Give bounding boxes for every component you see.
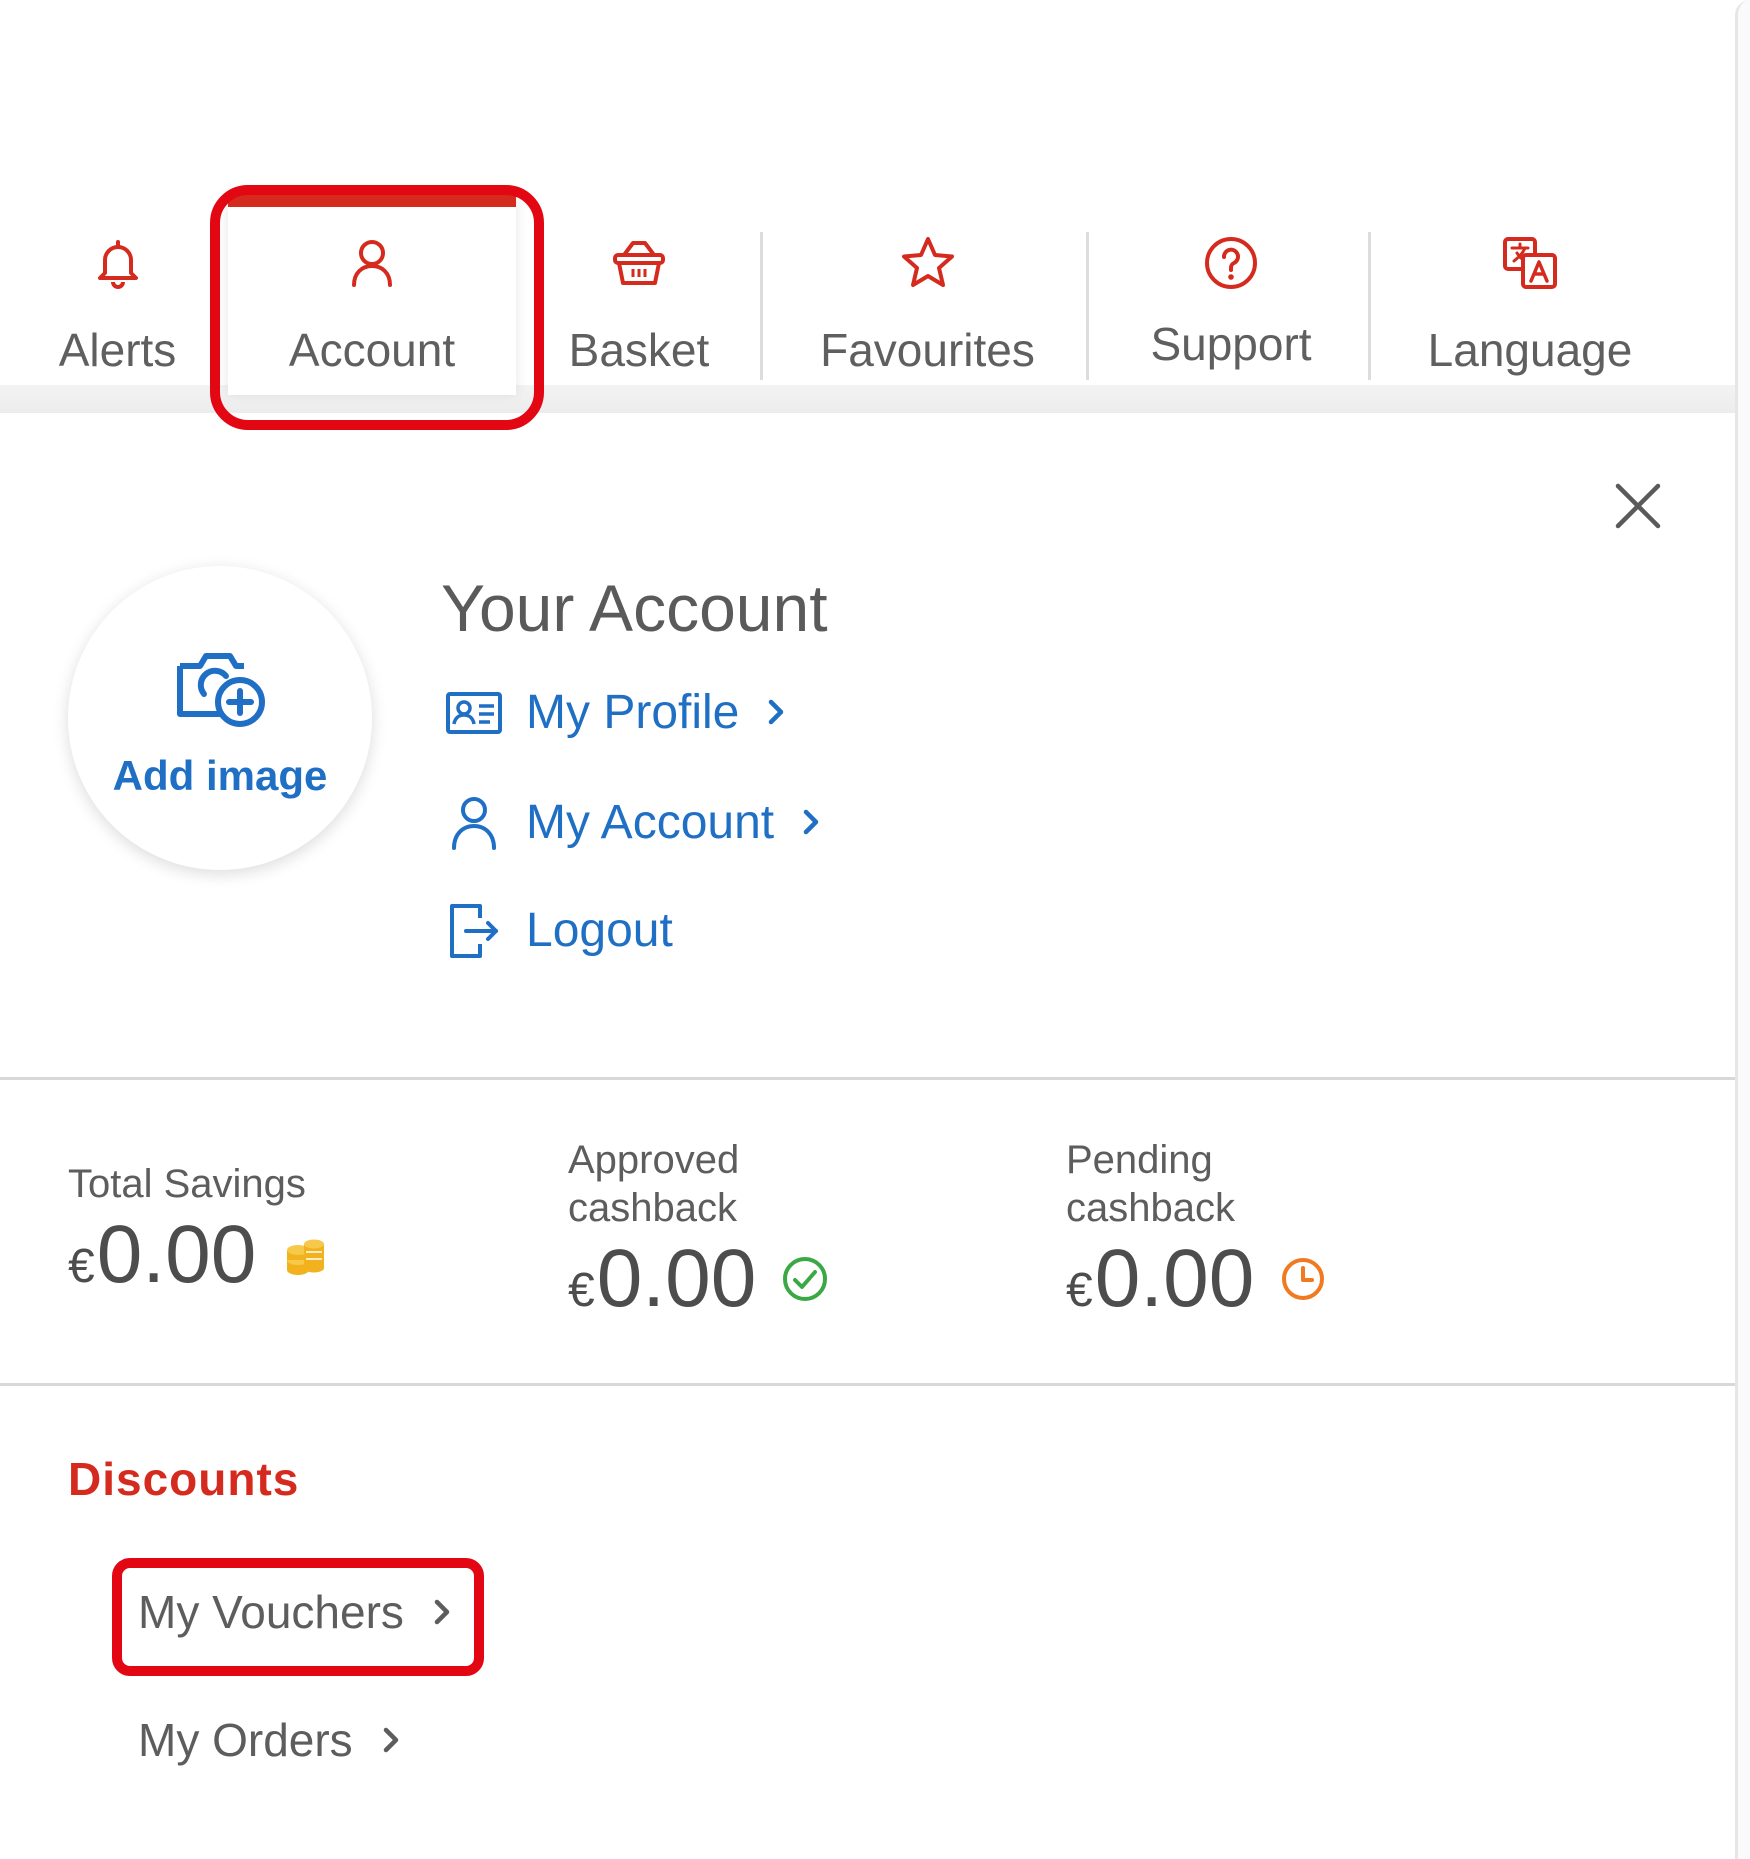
coins-icon xyxy=(287,1239,325,1275)
panel-edge xyxy=(1735,0,1750,1859)
stat-currency: € xyxy=(1066,1264,1093,1317)
stat-amount: 0.00 xyxy=(96,1209,257,1300)
nav-item-favourites[interactable]: Favourites xyxy=(780,195,1075,395)
my-profile-label: My Profile xyxy=(526,685,740,739)
stat-label-line2: cashback xyxy=(568,1186,737,1230)
account-title: Your Account xyxy=(441,571,828,645)
avatar-add-image[interactable]: Add image xyxy=(68,566,372,870)
stat-label-line2: cashback xyxy=(1066,1186,1235,1230)
nav-label-basket: Basket xyxy=(568,324,710,376)
chevron-right-icon xyxy=(769,699,784,725)
top-nav: Alerts Account Basket Favourites Support… xyxy=(0,0,1735,430)
close-icon[interactable] xyxy=(1608,476,1668,536)
section-divider xyxy=(0,1077,1735,1080)
translate-icon xyxy=(1503,237,1557,289)
stat-amount: 0.00 xyxy=(596,1233,757,1324)
nav-item-basket[interactable]: Basket xyxy=(530,195,748,395)
nav-label-language: Language xyxy=(1427,324,1633,376)
stat-label: Total Savings xyxy=(68,1162,306,1206)
stat-value: € 0.00 xyxy=(68,1208,330,1302)
stat-amount: 0.00 xyxy=(1094,1233,1255,1324)
stat-value: € 0.00 xyxy=(1066,1232,1328,1326)
logout-icon xyxy=(450,904,498,958)
nav-separator xyxy=(1368,232,1371,380)
nav-item-support[interactable]: Support xyxy=(1100,195,1362,395)
nav-label-favourites: Favourites xyxy=(820,324,1035,376)
my-account-link[interactable]: My Account xyxy=(444,787,824,857)
help-circle-icon xyxy=(1205,237,1257,289)
stat-label-line1: Pending xyxy=(1066,1138,1213,1182)
nav-separator xyxy=(1086,232,1089,380)
stat-total-savings: Total Savings € 0.00 xyxy=(68,1160,330,1302)
logout-label: Logout xyxy=(526,903,673,957)
basket-icon xyxy=(613,241,665,285)
vouchers-highlight xyxy=(112,1558,484,1676)
clock-icon xyxy=(1282,1258,1325,1300)
nav-item-alerts[interactable]: Alerts xyxy=(10,195,225,395)
stat-currency: € xyxy=(568,1264,595,1317)
account-tab-highlight xyxy=(210,185,544,430)
my-account-label: My Account xyxy=(526,795,775,849)
nav-item-language[interactable]: Language xyxy=(1390,195,1670,395)
my-orders-link[interactable]: My Orders xyxy=(138,1705,403,1775)
discounts-title: Discounts xyxy=(68,1453,300,1505)
user-icon xyxy=(452,797,496,850)
chevron-right-icon xyxy=(803,809,819,835)
stat-label-line1: Approved xyxy=(568,1138,740,1182)
my-orders-label: My Orders xyxy=(138,1714,353,1766)
my-profile-link[interactable]: My Profile xyxy=(444,677,789,747)
nav-label-support: Support xyxy=(1150,318,1312,370)
stat-value: € 0.00 xyxy=(568,1232,830,1326)
chevron-right-icon xyxy=(383,1727,398,1753)
camera-add-icon xyxy=(177,653,265,727)
star-icon xyxy=(901,237,954,287)
bell-icon xyxy=(97,240,138,289)
stat-pending-cashback: Pending cashback € 0.00 xyxy=(1066,1136,1328,1326)
nav-separator xyxy=(760,232,763,380)
add-image-label: Add image xyxy=(112,752,328,799)
nav-label-alerts: Alerts xyxy=(58,324,177,376)
logout-link[interactable]: Logout xyxy=(444,895,673,965)
id-card-icon xyxy=(446,692,502,734)
section-divider xyxy=(0,1383,1735,1386)
stat-approved-cashback: Approved cashback € 0.00 xyxy=(568,1136,830,1326)
stat-currency: € xyxy=(68,1240,95,1293)
check-circle-icon xyxy=(783,1257,828,1301)
